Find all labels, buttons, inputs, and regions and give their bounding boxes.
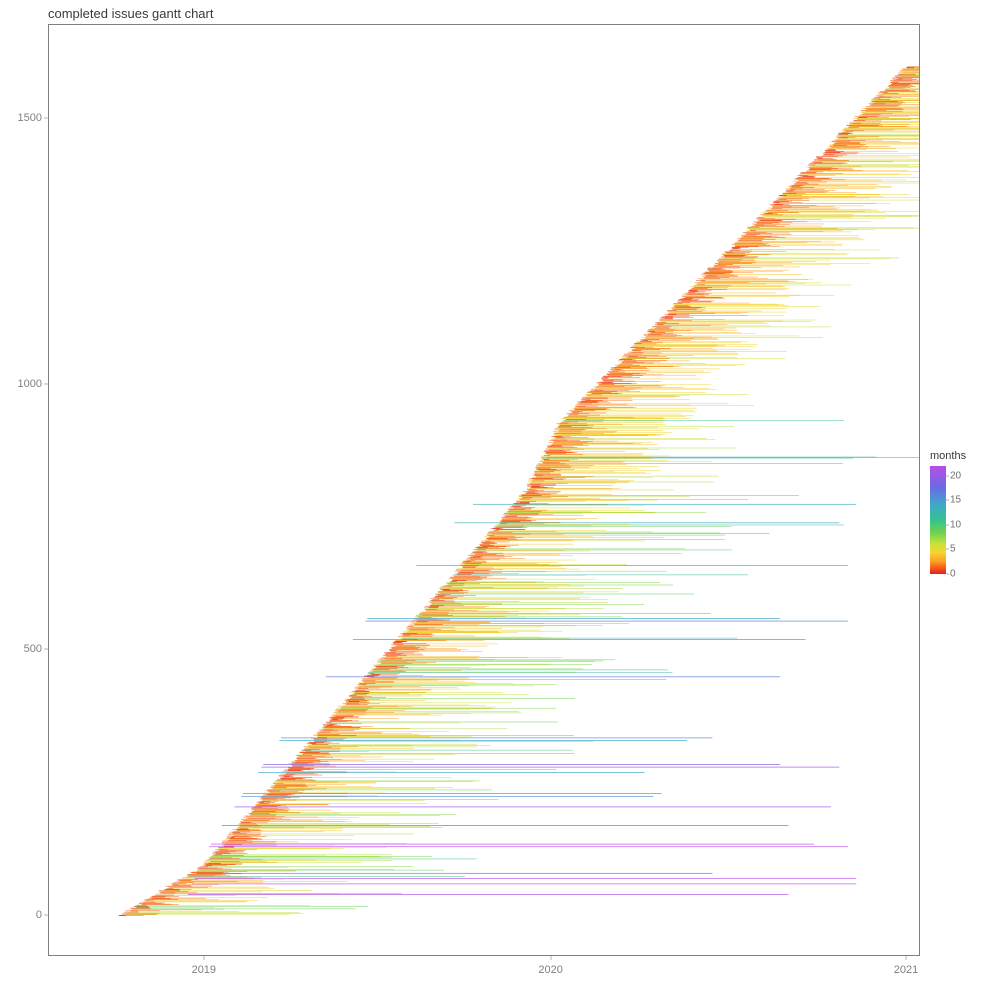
legend-tick-label: 15	[950, 495, 961, 506]
gantt-bar	[366, 621, 848, 622]
color-legend: months 05101520	[930, 450, 990, 574]
y-tick-label: 1000	[18, 378, 42, 390]
legend-tick-mark	[946, 500, 949, 501]
gantt-bar	[234, 807, 830, 808]
y-tick-label: 500	[24, 643, 42, 655]
legend-colorbar: 05101520	[930, 466, 946, 574]
x-tick-mark	[906, 956, 907, 960]
x-tick-mark	[203, 956, 204, 960]
gantt-bar	[243, 793, 662, 794]
gantt-bar	[279, 740, 687, 741]
gantt-bar	[188, 894, 789, 895]
legend-tick-label: 20	[950, 470, 961, 481]
gantt-bar	[281, 738, 712, 739]
gantt-bar	[326, 677, 780, 678]
gantt-bar	[209, 846, 848, 847]
legend-tick-mark	[946, 549, 949, 550]
plot-panel	[48, 24, 920, 956]
gantt-bar	[258, 772, 645, 773]
legend-tick-label: 10	[950, 519, 961, 530]
gantt-bar	[262, 767, 840, 768]
x-tick-label: 2021	[894, 964, 918, 976]
y-tick-label: 0	[36, 909, 42, 921]
gantt-bar	[196, 873, 712, 874]
gantt-bar	[241, 796, 653, 797]
legend-title: months	[930, 450, 990, 462]
legend-tick-mark	[946, 524, 949, 525]
gantt-bar	[416, 565, 847, 566]
legend-tick-label: 5	[950, 544, 956, 555]
chart-title: completed issues gantt chart	[48, 6, 213, 21]
legend-tick-mark	[946, 475, 949, 476]
x-tick-label: 2019	[192, 964, 216, 976]
gantt-bar	[454, 523, 839, 524]
gantt-bar	[211, 844, 814, 845]
gantt-bar	[353, 639, 806, 640]
gantt-bar	[263, 764, 780, 765]
gantt-bar	[192, 884, 856, 885]
x-tick-mark	[550, 956, 551, 960]
legend-tick-mark	[946, 574, 949, 575]
gantt-bar	[222, 825, 789, 826]
gantt-bar	[367, 618, 780, 619]
legend-gradient	[930, 466, 946, 574]
y-axis: 0 500 1000 1500	[0, 24, 48, 954]
x-tick-label: 2020	[538, 964, 562, 976]
gantt-bar	[473, 504, 856, 505]
y-tick-label: 1500	[18, 112, 42, 124]
legend-tick-label: 0	[950, 569, 956, 580]
gantt-bar	[195, 878, 857, 879]
x-axis: 2019 2020 2021	[48, 956, 918, 984]
